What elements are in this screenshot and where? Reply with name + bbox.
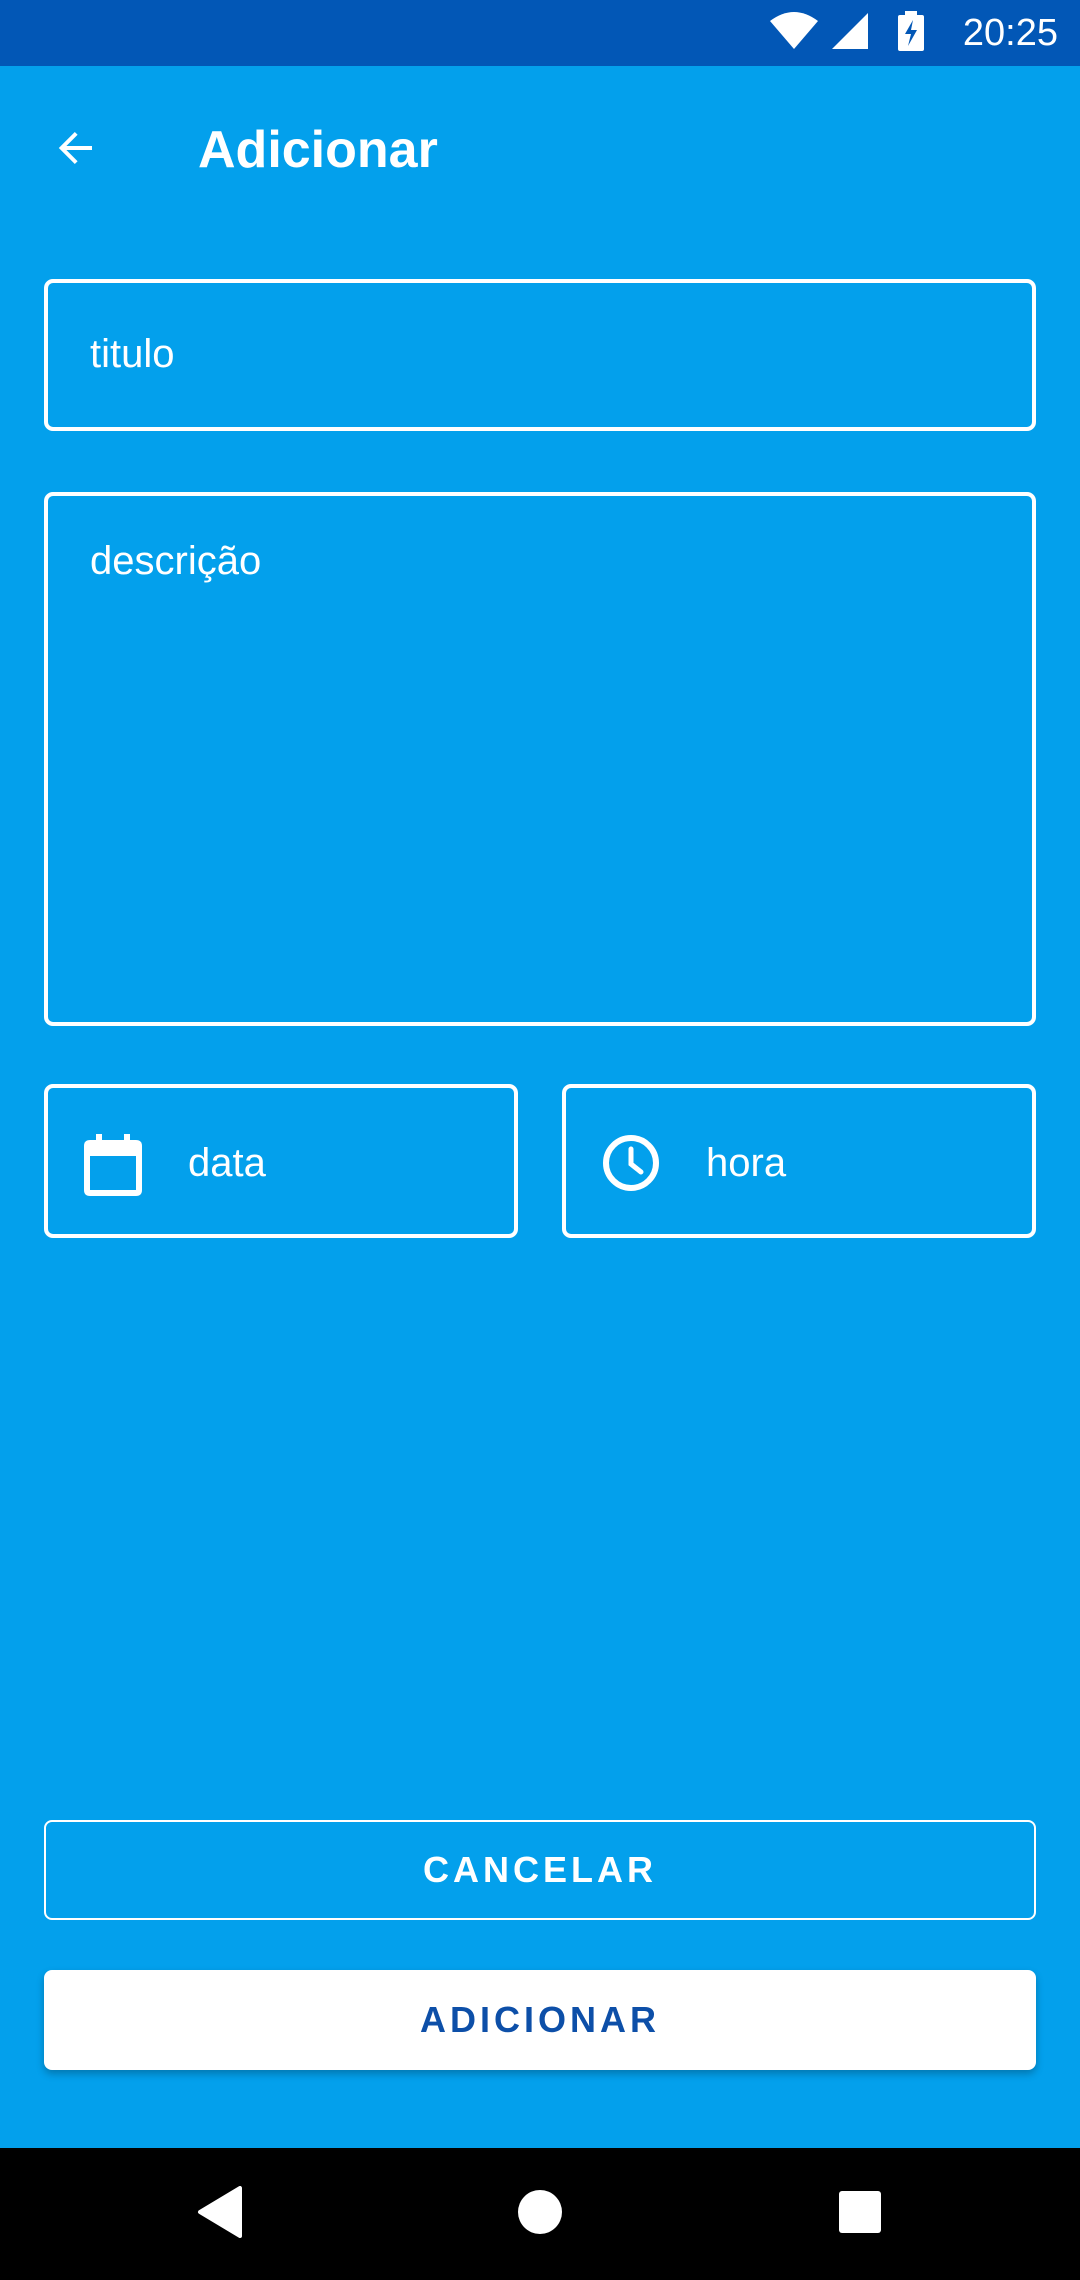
arrow-back-icon (52, 124, 100, 177)
titulo-placeholder: titulo (90, 332, 175, 376)
wifi-icon (768, 11, 820, 56)
nav-back-icon (196, 2185, 244, 2243)
nav-home-icon (516, 2188, 564, 2241)
cancel-button[interactable]: CANCELAR (44, 1820, 1036, 1920)
add-button-label: ADICIONAR (420, 1999, 660, 2040)
clock-icon (602, 1134, 660, 1197)
data-placeholder: data (188, 1141, 266, 1185)
signal-icon (830, 11, 870, 56)
descricao-field[interactable]: descrição (44, 492, 1036, 1026)
nav-recents-icon (838, 2190, 882, 2239)
page-title: Adicionar (198, 121, 438, 179)
status-bar: 20:25 (0, 0, 1080, 66)
descricao-placeholder: descrição (90, 539, 262, 583)
status-icons (768, 10, 924, 56)
battery-charging-icon (898, 10, 924, 56)
cancel-button-label: CANCELAR (423, 1849, 657, 1890)
hora-placeholder: hora (706, 1141, 787, 1185)
status-time: 20:25 (962, 12, 1058, 54)
data-field[interactable]: data (44, 1084, 518, 1238)
back-button[interactable] (34, 108, 118, 192)
nav-recents-button[interactable] (824, 2178, 896, 2250)
nav-home-button[interactable] (504, 2178, 576, 2250)
add-button[interactable]: ADICIONAR (44, 1970, 1036, 2070)
nav-back-button[interactable] (184, 2178, 256, 2250)
calendar-icon (84, 1134, 142, 1201)
navigation-bar (0, 2148, 1080, 2280)
hora-field[interactable]: hora (562, 1084, 1036, 1238)
app-bar: Adicionar (0, 66, 1080, 226)
titulo-field[interactable]: titulo (44, 279, 1036, 431)
